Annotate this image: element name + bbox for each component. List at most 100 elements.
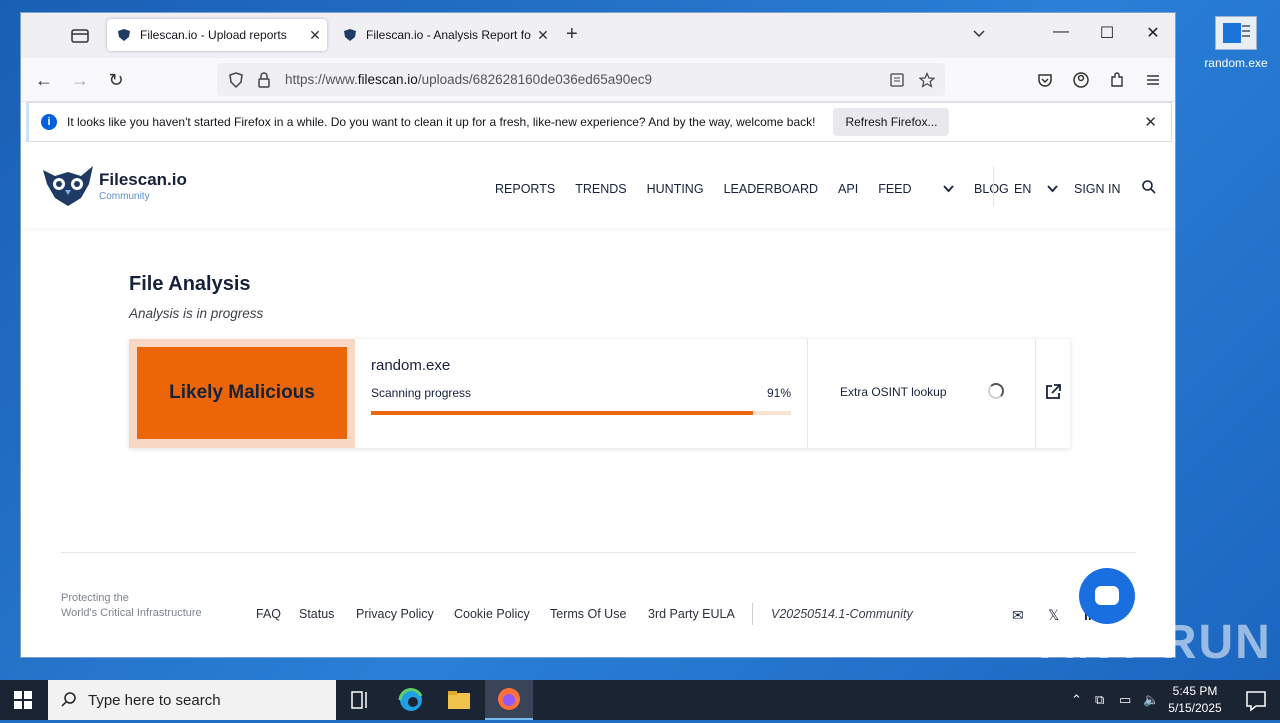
- brand-subtitle: Community: [99, 191, 150, 202]
- minimize-icon[interactable]: —: [1046, 23, 1076, 41]
- firefox-taskbar-button[interactable]: [485, 680, 533, 720]
- reload-icon[interactable]: ↻: [105, 69, 127, 91]
- tab-bar: Filescan.io - Upload reports ✕ Filescan.…: [21, 13, 1175, 58]
- tab-analysis-report[interactable]: Filescan.io - Analysis Report for ✕: [333, 19, 555, 51]
- exe-file-icon: [1215, 16, 1257, 50]
- nav-reports[interactable]: REPORTS: [495, 182, 555, 196]
- reader-view-icon[interactable]: [889, 72, 905, 88]
- nav-toolbar: ← → ↻ https://www.filescan.io/uploads/68…: [21, 58, 1175, 102]
- close-tab-icon[interactable]: ✕: [303, 27, 327, 44]
- footer-link-eula[interactable]: 3rd Party EULA: [648, 607, 735, 621]
- refresh-firefox-button[interactable]: Refresh Firefox...: [833, 108, 950, 136]
- owl-logo-icon: [43, 166, 93, 206]
- verdict-panel: Likely Malicious: [129, 339, 355, 448]
- chevron-down-icon: [943, 185, 954, 193]
- language-selector[interactable]: EN: [1014, 182, 1058, 196]
- tab-upload-reports[interactable]: Filescan.io - Upload reports ✕: [107, 19, 327, 51]
- nav-trends[interactable]: TRENDS: [575, 182, 626, 196]
- firefox-window: Filescan.io - Upload reports ✕ Filescan.…: [20, 12, 1176, 658]
- pocket-icon[interactable]: [1036, 71, 1054, 89]
- forward-icon[interactable]: →: [69, 69, 91, 91]
- verdict-badge: Likely Malicious: [137, 347, 347, 439]
- footer-divider: [752, 603, 753, 625]
- maximize-icon[interactable]: ☐: [1092, 23, 1122, 43]
- nav-divider: [993, 166, 994, 206]
- file-name: random.exe: [371, 357, 451, 374]
- close-notification-icon[interactable]: ✕: [1144, 113, 1157, 131]
- osint-label: Extra OSINT lookup: [840, 385, 947, 399]
- analysis-card: Likely Malicious random.exe Scanning pro…: [129, 339, 1070, 448]
- file-explorer-icon[interactable]: [435, 680, 483, 720]
- nav-hunting[interactable]: HUNTING: [647, 182, 704, 196]
- progress-percent: 91%: [766, 386, 791, 400]
- tab-title: Filescan.io - Upload reports: [140, 28, 287, 42]
- footer-tagline: Protecting the World's Critical Infrastr…: [61, 592, 202, 619]
- shield-icon[interactable]: [227, 71, 245, 89]
- close-window-icon[interactable]: ✕: [1138, 23, 1168, 43]
- site-header: Filescan.io Community REPORTS TRENDS HUN…: [21, 146, 1175, 228]
- card-divider: [1035, 339, 1036, 448]
- new-tab-icon[interactable]: +: [566, 23, 578, 46]
- nav-api[interactable]: API: [838, 182, 858, 196]
- hamburger-menu-icon[interactable]: [1144, 71, 1162, 89]
- card-divider: [807, 339, 808, 448]
- footer-link-faq[interactable]: FAQ: [256, 607, 281, 621]
- account-icon[interactable]: [1072, 71, 1090, 89]
- taskbar-search-placeholder: Type here to search: [88, 691, 221, 709]
- taskbar: Type here to search ⌃ ⧉ ▭ 🔈 5:45 PM 5/15…: [0, 680, 1280, 720]
- volume-icon[interactable]: 🔈: [1143, 680, 1159, 720]
- lock-icon[interactable]: [255, 71, 273, 89]
- nav-feed[interactable]: FEED: [878, 182, 954, 196]
- network-device-icon[interactable]: ⧉: [1095, 680, 1104, 720]
- footer-link-cookie[interactable]: Cookie Policy: [454, 607, 530, 621]
- external-link-icon[interactable]: [1044, 383, 1062, 401]
- main-nav: REPORTS TRENDS HUNTING LEADERBOARD API F…: [495, 182, 1029, 196]
- page-title: File Analysis: [129, 273, 251, 295]
- notifications-icon[interactable]: [1232, 680, 1280, 720]
- url-text[interactable]: https://www.filescan.io/uploads/68262816…: [285, 72, 652, 87]
- desktop-icon-partial[interactable]: [0, 140, 20, 180]
- info-icon: i: [41, 114, 57, 130]
- firefox-view-icon[interactable]: [69, 25, 91, 47]
- sign-in-link[interactable]: SIGN IN: [1074, 182, 1121, 196]
- windows-start-icon[interactable]: [14, 691, 32, 709]
- tab-title: Filescan.io - Analysis Report for: [366, 28, 531, 42]
- back-icon[interactable]: ←: [33, 69, 55, 91]
- footer-link-status[interactable]: Status: [299, 607, 334, 621]
- loading-spinner-icon: [988, 383, 1004, 399]
- close-tab-icon[interactable]: ✕: [531, 27, 555, 44]
- taskbar-search[interactable]: Type here to search: [48, 680, 336, 720]
- edge-icon[interactable]: [387, 680, 435, 720]
- anyrun-watermark: ANY RUN: [1040, 616, 1272, 669]
- network-icon[interactable]: ▭: [1119, 680, 1131, 720]
- bookmark-star-icon[interactable]: [919, 71, 935, 88]
- page-subtitle: Analysis is in progress: [129, 306, 264, 321]
- email-icon[interactable]: ✉: [1012, 607, 1024, 624]
- task-view-icon[interactable]: [336, 680, 384, 720]
- taskbar-clock[interactable]: 5:45 PM 5/15/2025: [1160, 683, 1230, 717]
- desktop-icon-random-exe[interactable]: random.exe: [1200, 12, 1272, 70]
- progress-label: Scanning progress: [371, 386, 472, 400]
- search-icon[interactable]: [1141, 179, 1157, 195]
- firefox-notification-bar: i It looks like you haven't started Fire…: [26, 102, 1172, 142]
- firefox-icon: [498, 688, 520, 710]
- show-hidden-icons-chevron-icon[interactable]: ⌃: [1071, 680, 1082, 720]
- footer-link-terms[interactable]: Terms Of Use: [550, 607, 626, 621]
- search-icon: [61, 692, 76, 707]
- brand-name: Filescan.io: [99, 170, 187, 189]
- desktop-icon-label: random.exe: [1204, 56, 1268, 70]
- progress-bar: [371, 411, 791, 415]
- notification-message: It looks like you haven't started Firefo…: [67, 115, 816, 129]
- footer-divider: [61, 552, 1136, 553]
- filescan-logo[interactable]: Filescan.io Community: [41, 164, 187, 208]
- chevron-down-icon[interactable]: [971, 25, 987, 41]
- url-bar[interactable]: https://www.filescan.io/uploads/68262816…: [217, 63, 945, 96]
- progress-fill: [371, 411, 754, 415]
- filescan-favicon-icon: [344, 29, 356, 41]
- footer-link-privacy[interactable]: Privacy Policy: [356, 607, 434, 621]
- extensions-icon[interactable]: [1108, 71, 1126, 89]
- nav-leaderboard[interactable]: LEADERBOARD: [724, 182, 818, 196]
- nav-blog[interactable]: BLOG: [974, 182, 1009, 196]
- filescan-favicon-icon: [118, 29, 130, 41]
- chevron-down-icon: [1047, 185, 1058, 193]
